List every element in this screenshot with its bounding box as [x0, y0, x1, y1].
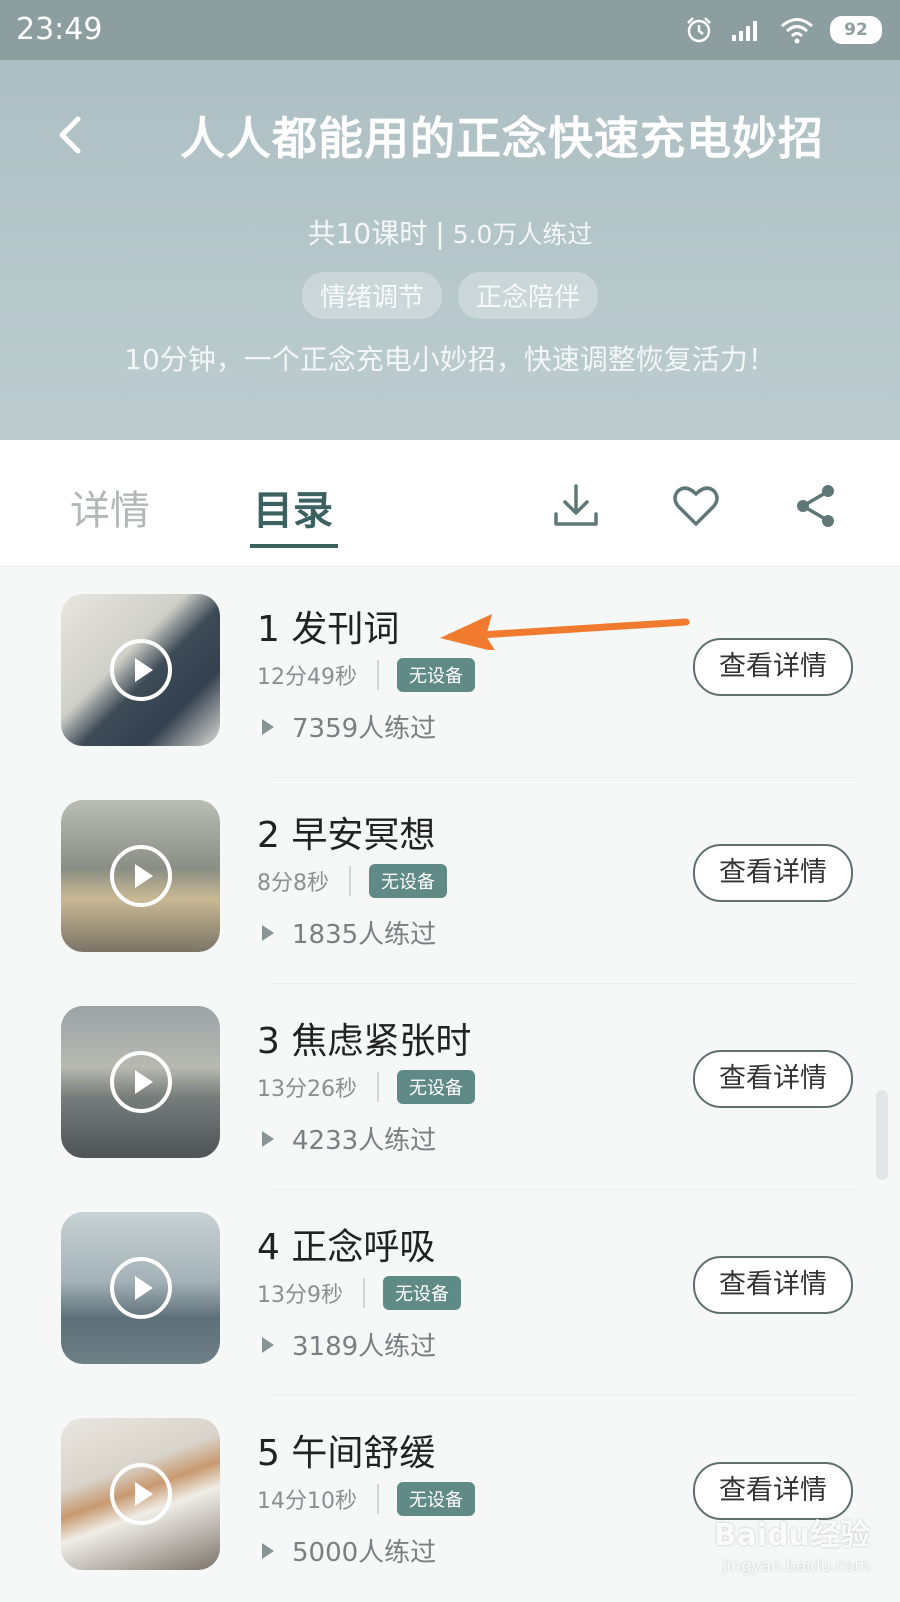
annotation-arrow-icon: [440, 614, 690, 650]
lesson-duration: 14分10秒 无设备: [257, 1482, 475, 1516]
play-count-icon: [262, 924, 274, 941]
tab-catalog[interactable]: 目录: [253, 478, 333, 536]
divider: [377, 660, 379, 690]
duration-text: 13分9秒: [257, 1283, 343, 1308]
watermark-text: Baidu经验: [713, 1518, 870, 1553]
signal-icon: [732, 21, 757, 41]
divider: [349, 866, 351, 896]
scroll-handle[interactable]: [876, 1090, 888, 1180]
lesson-title: 2 早安冥想: [257, 815, 436, 856]
divider: [363, 1278, 365, 1308]
tab-detail[interactable]: 详情: [70, 478, 150, 536]
lesson-duration: 13分9秒 无设备: [257, 1276, 461, 1310]
watermark-url: jingyan.baidu.com: [722, 1556, 870, 1575]
lesson-duration: 12分49秒 无设备: [257, 658, 475, 692]
meta-separator: |: [435, 217, 445, 250]
lesson-title: 5 午间舒缓: [257, 1433, 436, 1474]
duration-text: 8分8秒: [257, 871, 329, 896]
tag-mindfulness[interactable]: 正念陪伴: [458, 272, 599, 319]
lesson-item[interactable]: 2 早安冥想 8分8秒 无设备 1835人练过 查看详情: [0, 778, 900, 984]
lesson-title: 1 发刊词: [257, 609, 400, 650]
duration-text: 14分10秒: [257, 1489, 357, 1514]
plays-text: 1835人练过: [292, 920, 437, 950]
divider: [377, 1072, 379, 1102]
lesson-duration: 13分26秒 无设备: [257, 1070, 475, 1104]
back-chevron-icon: [59, 116, 81, 154]
plays-text: 5000人练过: [292, 1538, 437, 1568]
play-count-icon: [262, 718, 274, 735]
no-equipment-badge: 无设备: [369, 864, 447, 898]
lesson-item[interactable]: 4 正念呼吸 13分9秒 无设备 3189人练过 查看详情: [0, 1190, 900, 1396]
wifi-icon: [781, 18, 813, 44]
duration-text: 13分26秒: [257, 1077, 357, 1102]
lesson-duration: 8分8秒 无设备: [257, 864, 447, 898]
practice-count: 5.0万人练过: [452, 220, 593, 249]
no-equipment-badge: 无设备: [397, 1482, 475, 1516]
lesson-title: 3 焦虑紧张时: [257, 1021, 472, 1062]
course-title: 人人都能用的正念快速充电妙招: [180, 112, 825, 165]
no-equipment-badge: 无设备: [383, 1276, 461, 1310]
lesson-count: 共10课时: [307, 217, 428, 250]
battery-icon: 92: [830, 16, 882, 44]
tab-bar: 详情 目录: [0, 440, 900, 567]
course-meta: 共10课时 | 5.0万人练过: [0, 212, 900, 252]
lesson-plays: 4233人练过: [262, 1120, 436, 1157]
tag-emotion[interactable]: 情绪调节: [301, 272, 442, 319]
lesson-plays: 1835人练过: [262, 914, 436, 951]
play-icon[interactable]: [109, 1257, 172, 1319]
lesson-plays: 5000人练过: [262, 1532, 436, 1569]
no-equipment-badge: 无设备: [397, 1070, 475, 1104]
view-details-button[interactable]: 查看详情: [693, 1256, 853, 1314]
view-details-button[interactable]: 查看详情: [693, 1050, 853, 1108]
lesson-thumbnail[interactable]: [61, 1212, 220, 1364]
plays-text: 4233人练过: [292, 1126, 437, 1156]
status-icons: 92: [684, 12, 882, 48]
view-details-button[interactable]: 查看详情: [693, 844, 853, 902]
lesson-thumbnail[interactable]: [61, 594, 220, 746]
play-count-icon: [262, 1542, 274, 1559]
download-icon[interactable]: [550, 480, 602, 532]
back-button[interactable]: [54, 110, 84, 164]
duration-text: 12分49秒: [257, 665, 357, 690]
play-count-icon: [262, 1130, 274, 1147]
course-header: 人人都能用的正念快速充电妙招 共10课时 | 5.0万人练过 情绪调节 正念陪伴 1…: [0, 60, 900, 440]
lesson-title: 4 正念呼吸: [257, 1227, 436, 1268]
play-icon[interactable]: [109, 845, 172, 907]
tag-list: 情绪调节 正念陪伴: [0, 272, 900, 319]
alarm-icon: [687, 17, 711, 43]
no-equipment-badge: 无设备: [397, 658, 475, 692]
lesson-plays: 7359人练过: [262, 708, 436, 745]
heart-icon[interactable]: [670, 480, 722, 532]
status-time: 23:49: [16, 12, 103, 47]
play-icon[interactable]: [109, 639, 172, 701]
plays-text: 3189人练过: [292, 1332, 437, 1362]
plays-text: 7359人练过: [292, 714, 437, 744]
watermark: Baidu经验 jingyan.baidu.com: [714, 1510, 870, 1575]
course-description: 10分钟，一个正念充电小妙招，快速调整恢复活力！: [124, 343, 776, 376]
play-count-icon: [262, 1336, 274, 1353]
play-icon[interactable]: [109, 1051, 172, 1113]
lesson-plays: 3189人练过: [262, 1326, 436, 1363]
lesson-thumbnail[interactable]: [61, 800, 220, 952]
status-bar: 23:49 92: [0, 0, 900, 60]
view-details-button[interactable]: 查看详情: [693, 638, 853, 696]
share-icon[interactable]: [790, 480, 842, 532]
play-icon[interactable]: [109, 1463, 172, 1525]
lesson-thumbnail[interactable]: [61, 1418, 220, 1570]
divider: [377, 1484, 379, 1514]
lesson-item[interactable]: 3 焦虑紧张时 13分26秒 无设备 4233人练过 查看详情: [0, 984, 900, 1190]
active-tab-indicator: [250, 544, 338, 548]
lesson-thumbnail[interactable]: [61, 1006, 220, 1158]
